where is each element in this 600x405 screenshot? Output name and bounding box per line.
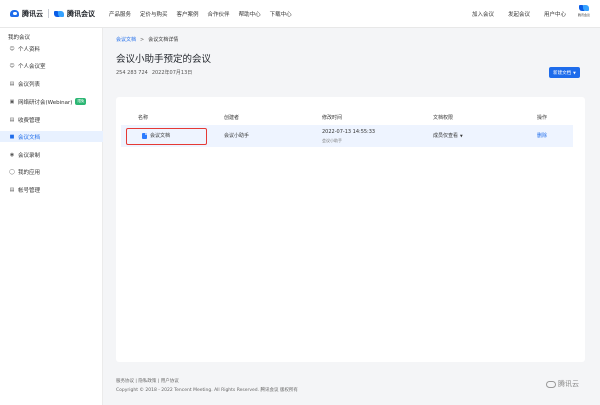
breadcrumb-meeting-docs-link[interactable]: 会议文档: [116, 37, 136, 43]
nav-partners[interactable]: 合作伙伴: [208, 10, 230, 18]
column-header-creator: 创建者: [224, 115, 240, 121]
chevron-down-icon: ▼: [460, 134, 463, 138]
sidebar-item-recording[interactable]: ◉ 会议录制: [0, 149, 103, 160]
sidebar: 我的会议 ☺ 个人资料 ☺ 个人会议室 ▤ 会议列表 ▣ 网络研讨会(Webin…: [0, 28, 103, 405]
account-icon: ▤: [9, 186, 15, 193]
sidebar-item-my-apps[interactable]: ◯ 我的应用: [0, 166, 103, 177]
brand-divider: [48, 9, 49, 18]
user-icon: ☺: [9, 45, 15, 52]
sidebar-item-label: 会议录制: [18, 152, 41, 159]
nav-cases[interactable]: 客户案例: [177, 10, 199, 18]
meeting-meta: 254 283 724 2022年07月13日: [116, 69, 192, 76]
delete-document-button[interactable]: 删除: [537, 132, 547, 139]
highlight-box: [126, 128, 207, 145]
breadcrumb-separator: >: [140, 37, 145, 43]
meeting-date: 2022年07月13日: [151, 70, 193, 76]
user-center-link[interactable]: 用户中心: [544, 10, 566, 18]
sidebar-item-label: 我的应用: [18, 169, 41, 176]
join-meeting-link[interactable]: 加入会议: [472, 10, 494, 18]
sidebar-item-label: 网络研讨会(Webinar): [18, 99, 73, 106]
sidebar-title: 我的会议: [8, 35, 31, 41]
meeting-id: 254 283 724: [116, 70, 148, 76]
billing-icon: ▤: [9, 116, 15, 123]
brand-name-meeting: 腾讯会议: [67, 9, 95, 18]
breadcrumb: 会议文档 > 会议文档详情: [116, 36, 178, 43]
sidebar-item-billing[interactable]: ▤ 收费管理: [0, 114, 103, 125]
tencent-meeting-icon: [579, 5, 589, 12]
brand-name-cloud: 腾讯云: [22, 9, 43, 18]
meeting-app-logo[interactable]: 腾讯会议: [576, 5, 592, 23]
tencent-cloud-logo-icon: [10, 10, 19, 17]
list-icon: ▤: [9, 80, 15, 87]
meeting-app-logo-text: 腾讯会议: [577, 13, 590, 17]
document-icon: ■: [9, 133, 15, 140]
sidebar-item-meeting-docs[interactable]: ■ 会议文档: [0, 131, 103, 142]
footer-copyright: Copyright © 2018 - 2022 Tencent Meeting.…: [116, 388, 298, 393]
sidebar-item-label: 个人会议室: [18, 63, 46, 70]
footer-brand-name: 腾讯云: [558, 380, 579, 388]
nav-pricing[interactable]: 定价与购买: [140, 10, 168, 18]
sidebar-item-label: 帐号管理: [18, 187, 41, 194]
sidebar-item-label: 个人资料: [18, 46, 41, 53]
document-modified-by: 会议小助手: [322, 138, 342, 143]
person-room-icon: ☺: [9, 62, 15, 69]
start-meeting-link[interactable]: 发起会议: [508, 10, 530, 18]
user-nav: 加入会议 发起会议 用户中心: [458, 0, 566, 28]
new-document-button[interactable]: 新建文档 ▼: [549, 67, 580, 78]
document-creator: 会议小助手: [224, 133, 250, 139]
footer-brand: 腾讯云: [546, 379, 579, 389]
document-modified-time: 2022-07-13 14:55:33: [322, 129, 376, 135]
column-header-modified: 修改时间: [322, 115, 343, 121]
sidebar-item-label: 收费管理: [18, 117, 41, 124]
main-nav: 产品服务 定价与购买 客户案例 合作伙伴 帮助中心 下载中心: [109, 10, 301, 18]
column-header-name: 名称: [138, 115, 149, 121]
sidebar-item-label: 会议文档: [18, 134, 41, 141]
sidebar-item-profile[interactable]: ☺ 个人资料: [0, 43, 103, 54]
record-icon: ◉: [9, 151, 15, 158]
free-badge: 限免: [75, 98, 87, 105]
nav-products[interactable]: 产品服务: [109, 10, 131, 18]
column-header-action: 操作: [537, 115, 548, 121]
document-permission-dropdown[interactable]: 成员仅查看 ▼: [433, 132, 463, 139]
tencent-meeting-logo-icon: [54, 10, 64, 17]
footer-links[interactable]: 服务协议 | 隐私政策 | 用户协议: [116, 378, 179, 384]
cloud-logo-icon: [546, 380, 556, 388]
chevron-down-icon: ▼: [573, 70, 576, 75]
top-bar: 腾讯云 腾讯会议 产品服务 定价与购买 客户案例 合作伙伴 帮助中心 下载中心 …: [0, 0, 600, 28]
nav-help[interactable]: 帮助中心: [239, 10, 261, 18]
permission-value: 成员仅查看: [433, 133, 459, 139]
column-header-permission: 文档权限: [433, 115, 454, 121]
breadcrumb-current: 会议文档详情: [148, 37, 179, 43]
sidebar-item-webinar[interactable]: ▣ 网络研讨会(Webinar) 限免: [0, 96, 103, 107]
new-document-label: 新建文档: [553, 70, 572, 76]
webinar-icon: ▣: [9, 98, 15, 105]
nav-download[interactable]: 下载中心: [270, 10, 292, 18]
app-icon: ◯: [9, 168, 15, 175]
sidebar-item-account[interactable]: ▤ 帐号管理: [0, 184, 103, 195]
sidebar-item-personal-room[interactable]: ☺ 个人会议室: [0, 60, 103, 71]
sidebar-item-label: 会议列表: [18, 81, 41, 88]
sidebar-item-meeting-list[interactable]: ▤ 会议列表: [0, 78, 103, 89]
page-title: 会议小助手预定的会议: [116, 54, 212, 65]
documents-table: 名称 创建者 修改时间 文档权限 操作 会议文档 会议小助手 2022-07-1…: [116, 97, 585, 362]
brand[interactable]: 腾讯云 腾讯会议: [10, 9, 95, 19]
